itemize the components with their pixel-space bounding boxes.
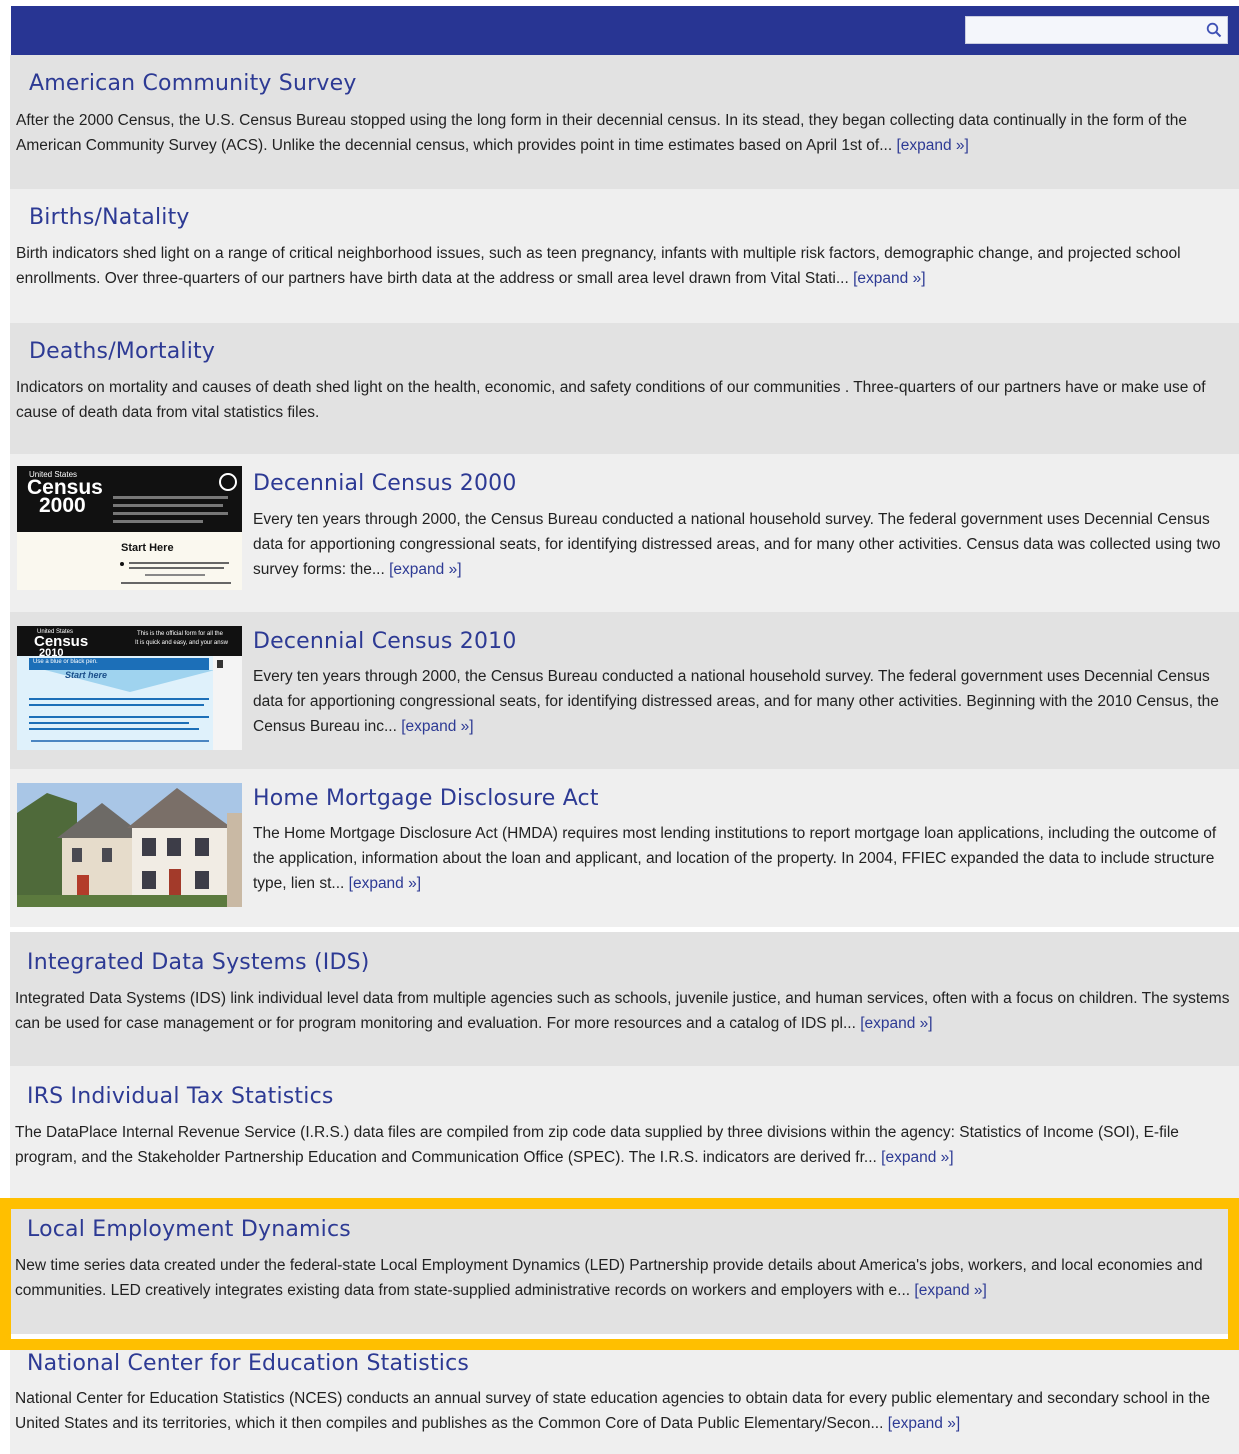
thumb-year: 2010: [39, 647, 64, 659]
seal-icon: [219, 473, 237, 491]
entry-description: Every ten years through 2000, the Census…: [253, 511, 1221, 578]
entry-title-link[interactable]: Decennial Census 2000: [253, 471, 517, 496]
entry-description: New time series data created under the f…: [15, 1257, 1203, 1299]
list-item: Deaths/Mortality Indicators on mortality…: [10, 323, 1239, 454]
expand-link[interactable]: [expand »]: [349, 875, 421, 892]
thumb-year: 2000: [39, 494, 86, 517]
list-item: IRS Individual Tax Statistics The DataPl…: [10, 1066, 1239, 1200]
list-item: National Center for Education Statistics…: [10, 1340, 1239, 1454]
entry-description: Every ten years through 2000, the Census…: [253, 668, 1219, 735]
list-item: Births/Natality Birth indicators shed li…: [10, 189, 1239, 323]
expand-link[interactable]: [expand »]: [888, 1415, 960, 1432]
search-input[interactable]: [966, 17, 1196, 43]
entry-description: Birth indicators shed light on a range o…: [16, 245, 1181, 287]
expand-link[interactable]: [expand »]: [914, 1282, 986, 1299]
search-icon[interactable]: [1203, 19, 1225, 41]
entry-description: The DataPlace Internal Revenue Service (…: [15, 1124, 1179, 1166]
search-box[interactable]: [965, 16, 1228, 44]
expand-link[interactable]: [expand »]: [401, 718, 473, 735]
thumb-start-here: Start here: [65, 670, 108, 680]
list-item: United States Census 2010 This is the of…: [10, 612, 1239, 769]
entry-title-link[interactable]: Decennial Census 2010: [253, 629, 517, 654]
census-2010-thumbnail[interactable]: United States Census 2010 This is the of…: [17, 626, 242, 750]
thumb-blurb-2: It is quick and easy, and your answ: [135, 640, 228, 646]
entry-title-link[interactable]: IRS Individual Tax Statistics: [27, 1084, 334, 1109]
houses-thumbnail[interactable]: [17, 783, 242, 907]
entry-description: The Home Mortgage Disclosure Act (HMDA) …: [253, 825, 1217, 892]
list-item: Integrated Data Systems (IDS) Integrated…: [10, 932, 1239, 1066]
entry-description: National Center for Education Statistics…: [15, 1390, 1211, 1432]
entry-title-link[interactable]: Integrated Data Systems (IDS): [27, 950, 370, 975]
expand-link[interactable]: [expand »]: [881, 1149, 953, 1166]
entry-title-link[interactable]: Home Mortgage Disclosure Act: [253, 786, 599, 811]
entry-title-link[interactable]: Local Employment Dynamics: [27, 1217, 351, 1242]
census-2000-thumbnail[interactable]: United States Census 2000 Start Here: [17, 466, 242, 590]
thumb-start-here: Start Here: [121, 542, 174, 554]
expand-link[interactable]: [expand »]: [853, 270, 925, 287]
entry-title-link[interactable]: Deaths/Mortality: [29, 339, 215, 364]
entry-title-link[interactable]: American Community Survey: [29, 71, 357, 96]
expand-link[interactable]: [expand »]: [389, 561, 461, 578]
thumb-blurb: This is the official form for all the: [137, 631, 223, 637]
entry-description: Integrated Data Systems (IDS) link indiv…: [15, 990, 1230, 1032]
thumb-pen-note: Use a blue or black pen.: [33, 659, 98, 665]
entry-description: Indicators on mortality and causes of de…: [16, 379, 1206, 421]
list-item: American Community Survey After the 2000…: [10, 55, 1239, 189]
list-item: United States Census 2000 Start Here Dec…: [10, 454, 1239, 612]
entry-title-link[interactable]: Births/Natality: [29, 205, 190, 230]
entry-title-link[interactable]: National Center for Education Statistics: [27, 1351, 469, 1376]
list-item-highlighted: Local Employment Dynamics New time serie…: [10, 1200, 1239, 1334]
expand-link[interactable]: [expand »]: [896, 137, 968, 154]
divider: [10, 928, 1239, 931]
list-item: Home Mortgage Disclosure Act The Home Mo…: [10, 769, 1239, 927]
entry-description: After the 2000 Census, the U.S. Census B…: [16, 112, 1187, 154]
expand-link[interactable]: [expand »]: [860, 1015, 932, 1032]
